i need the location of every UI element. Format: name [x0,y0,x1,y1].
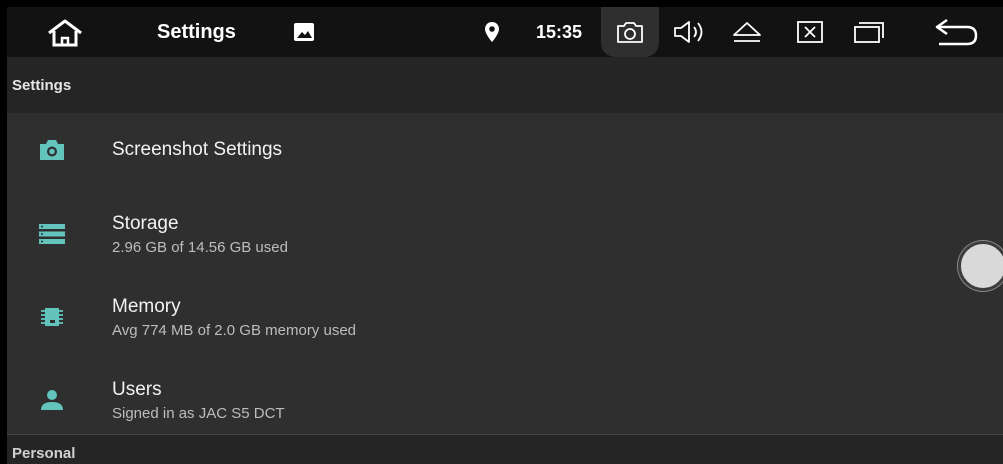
personal-section-header: Personal [7,435,1003,464]
list-item-memory[interactable]: Memory Avg 774 MB of 2.0 GB memory used [7,279,1003,359]
item-subtitle: Signed in as JAC S5 DCT [112,405,285,422]
volume-icon [674,21,703,43]
item-title: Memory [112,296,181,317]
app-title: Settings [157,20,236,43]
floating-assistive-button[interactable] [958,241,1003,291]
volume-button[interactable] [671,18,709,46]
row-icon [37,302,67,332]
settings-screen: Settings 15:35 Settings Screenshot Setti… [7,7,1003,464]
close-app-button[interactable] [793,18,827,46]
back-button[interactable] [931,16,981,48]
list-item-users[interactable]: Users Signed in as JAC S5 DCT [7,362,1003,442]
eject-icon [733,22,761,42]
image-icon [294,23,314,41]
recent-apps-icon [854,22,884,43]
item-title: Screenshot Settings [112,139,283,160]
screenshot-button[interactable] [601,7,659,57]
home-button[interactable] [45,18,85,48]
list-item-screenshot-settings[interactable]: Screenshot Settings [7,113,1003,193]
camera-icon [40,140,64,160]
eject-button[interactable] [729,18,765,46]
row-icon [37,385,67,415]
location-icon [485,22,499,42]
item-subtitle: Avg 774 MB of 2.0 GB memory used [112,322,357,339]
storage-icon [39,224,65,244]
status-bar: Settings 15:35 [7,7,1003,57]
home-icon [48,19,82,47]
camera-icon [617,22,643,43]
clock: 15:35 [536,21,583,42]
location-indicator [484,21,500,43]
memory-icon [41,308,63,326]
back-icon [935,18,978,46]
user-icon [41,390,63,410]
row-icon [37,135,67,165]
list-item-storage[interactable]: Storage 2.96 GB of 14.56 GB used [7,196,1003,276]
row-icon [37,219,67,249]
recent-apps-button[interactable] [849,18,889,46]
image-notification [293,22,315,42]
item-title: Storage [112,213,179,234]
settings-section-header: Settings [7,57,1003,113]
close-box-icon [797,21,823,43]
item-subtitle: 2.96 GB of 14.56 GB used [112,239,288,256]
item-title: Users [112,379,162,400]
